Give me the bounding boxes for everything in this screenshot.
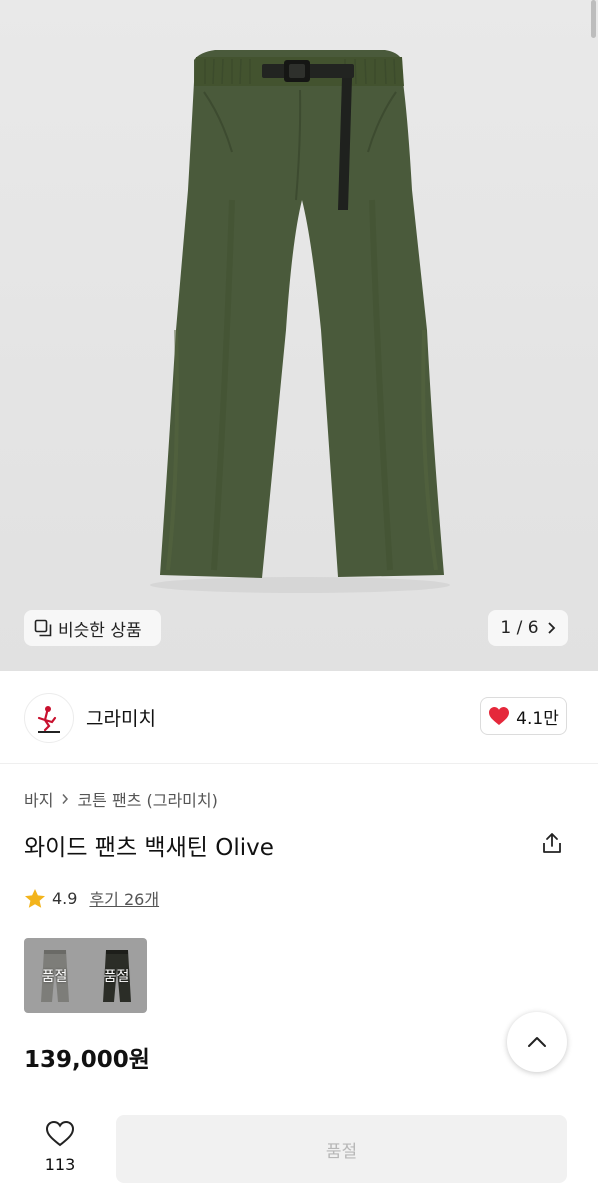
color-options: 품절 품절 [24, 938, 147, 1013]
chevron-right-icon [62, 794, 69, 804]
brand-like-button[interactable]: 4.1만 [480, 697, 567, 735]
climber-logo-icon [37, 706, 60, 733]
option-soldout-label: 품절 [103, 969, 130, 985]
rating-score: 4.9 [52, 888, 78, 908]
heart-outline-icon [45, 1120, 75, 1147]
brand-row[interactable]: 그라미치 4.1만 [0, 671, 598, 763]
similar-products-button[interactable]: 비슷한 상품 [24, 610, 161, 646]
soldout-button-label: 품절 [325, 1141, 358, 1162]
rating-row: 4.9 후기 26개 [24, 886, 159, 910]
similar-products-label: 비슷한 상품 [58, 620, 142, 641]
option-soldout-label: 품절 [41, 969, 68, 985]
heart-filled-icon [489, 707, 510, 725]
copy-icon [34, 619, 52, 637]
product-title: 와이드 팬츠 백새틴 Olive [24, 835, 274, 861]
share-button[interactable] [540, 831, 564, 859]
share-icon [543, 833, 561, 853]
wishlist-count: 113 [44, 1155, 76, 1174]
chevron-right-icon [547, 622, 555, 634]
product-image-olive-pants [150, 50, 450, 593]
brand-logo[interactable] [24, 693, 74, 743]
brand-name[interactable]: 그라미치 [86, 704, 156, 731]
product-image-gallery[interactable]: 비슷한 상품 1 / 6 [0, 0, 598, 671]
breadcrumb: 바지 코튼 팬츠 (그라미치) [24, 787, 218, 811]
chevron-up-icon [528, 1037, 546, 1047]
scroll-top-button[interactable] [507, 1012, 567, 1072]
review-count-link[interactable]: 후기 26개 [89, 886, 159, 910]
brand-like-count: 4.1만 [516, 708, 559, 729]
breadcrumb-subcategory[interactable]: 코튼 팬츠 (그라미치) [77, 787, 217, 811]
option-thumbnail-black[interactable]: 품절 [86, 938, 147, 1013]
wishlist-button[interactable]: 113 [36, 1120, 84, 1174]
star-icon [25, 888, 45, 908]
image-pager-label: 1 / 6 [500, 618, 539, 638]
image-pager-button[interactable]: 1 / 6 [488, 610, 568, 646]
soldout-purchase-button[interactable]: 품절 [116, 1115, 567, 1183]
option-thumbnail-gray[interactable]: 품절 [24, 938, 85, 1013]
product-price: 139,000원 [24, 1047, 150, 1073]
divider [0, 763, 598, 764]
breadcrumb-category[interactable]: 바지 [24, 787, 53, 811]
